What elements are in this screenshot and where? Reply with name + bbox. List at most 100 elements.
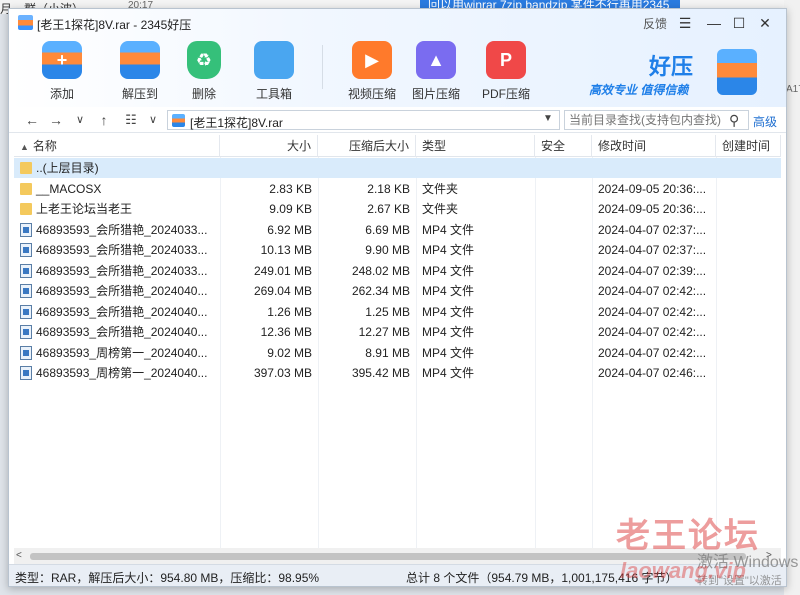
view-mode-icon[interactable]: ☷ (121, 110, 141, 130)
cell-size: 1.26 MB (267, 304, 312, 319)
column-size[interactable]: 大小 (220, 135, 318, 157)
extract-to-button[interactable]: 解压到 (108, 39, 172, 101)
cell-modified: 2024-04-07 02:42:... (598, 284, 707, 298)
address-dropdown-icon[interactable]: ▼ (543, 113, 553, 124)
cell-name: 上老王论坛当老王 (36, 202, 133, 216)
column-security[interactable]: 安全 (535, 135, 592, 157)
image-compress-button[interactable]: ▲ 图片压缩 (404, 39, 468, 101)
video-file-icon (20, 243, 32, 257)
haozip-window: [老王1探花]8V.rar - 2345好压 反馈 ☰ — ☐ ✕ + 添加 解… (8, 8, 787, 587)
archive-extract-icon (120, 41, 160, 79)
toolbox-icon (254, 41, 294, 79)
maximize-button[interactable]: ☐ (728, 13, 750, 33)
picture-icon: ▲ (427, 50, 445, 70)
file-row[interactable]: 46893593_周榜第一_2024040... 397.03 MB 395.42 … (14, 363, 781, 383)
cell-size: 6.92 MB (267, 222, 312, 237)
video-compress-label: 视频压缩 (347, 87, 396, 101)
cell-packed: 2.67 KB (367, 202, 410, 216)
file-row[interactable]: 46893593_会所猎艳_2024033... 10.13 MB 9.90 MB M… (14, 240, 781, 260)
minimize-button[interactable]: — (703, 13, 725, 33)
toolbar-divider (322, 45, 323, 89)
cell-modified: 2024-09-05 20:36:... (598, 181, 707, 196)
folder-row[interactable]: __MACOSX 2.83 KB 2.18 KB 文件夹 2024-09-05 20:3… (14, 179, 781, 199)
folder-icon (20, 162, 32, 174)
cell-modified (592, 158, 716, 178)
cell-modified: 2024-04-07 02:37:... (598, 243, 707, 257)
toolbox-button[interactable]: 工具箱 (242, 39, 306, 101)
video-compress-button[interactable]: ▶ 视频压缩 (340, 39, 404, 101)
toolbox-label: 工具箱 (255, 87, 292, 101)
archive-info: 类型：RAR，解压后大小：954.80 MB，压缩比：98.95% (15, 571, 320, 585)
column-name-label: 名称 (32, 139, 57, 153)
pdf-compress-label: PDF压缩 (481, 87, 530, 101)
view-dropdown-icon[interactable]: ∨ (143, 110, 163, 130)
column-header-row: ▲ 名称 大小 压缩后大小 类型 安全 修改时间 创建时间 (14, 135, 781, 157)
file-row[interactable]: 46893593_会所猎艳_2024040... 269.04 MB 262.34 … (14, 281, 781, 301)
cell-modified: 2024-04-07 02:39:... (598, 263, 707, 278)
column-type[interactable]: 类型 (416, 135, 535, 157)
folder-row[interactable]: 上老王论坛当老王 9.09 KB 2.67 KB 文件夹 2024-09-05 20:3… (14, 199, 781, 219)
forward-arrow-icon[interactable]: → (46, 110, 66, 130)
cell-modified: 2024-04-07 02:42:... (598, 325, 707, 339)
search-box[interactable]: ⚲ (564, 110, 749, 130)
column-name[interactable]: ▲ 名称 (14, 135, 220, 157)
navigation-bar: ← → ∨ ↑ ☷ ∨ [老王1探花]8V.rar ▼ ⚲ 高级 (9, 107, 786, 133)
file-row[interactable]: 46893593_会所猎艳_2024040... 1.26 MB 1.25 MB MP… (14, 302, 781, 322)
cell-type: 文件夹 (422, 181, 459, 196)
cell-name: 46893593_会所猎艳_2024040... (36, 304, 208, 319)
cell-name: 46893593_会所猎艳_2024033... (36, 222, 208, 237)
window-title: [老王1探花]8V.rar - 2345好压 (37, 18, 192, 32)
cell-type: MP4 文件 (422, 325, 475, 339)
cell-name: 46893593_会所猎艳_2024040... (36, 325, 208, 339)
cell-packed: 12.27 MB (358, 325, 410, 339)
video-file-icon (20, 263, 32, 278)
add-label: 添加 (49, 87, 74, 101)
delete-button[interactable]: ♻ 删除 (172, 39, 236, 101)
file-row[interactable]: 46893593_周榜第一_2024040... 9.02 MB 8.91 MB MP… (14, 343, 781, 363)
cell-modified: 2024-04-07 02:37:... (598, 222, 707, 237)
video-file-icon (20, 222, 32, 237)
up-folder-icon[interactable]: ↑ (94, 110, 114, 130)
advanced-search-link[interactable]: 高级 (753, 113, 777, 130)
pdf-compress-button[interactable]: P PDF压缩 (474, 39, 538, 101)
file-row[interactable]: 46893593_会所猎艳_2024033... 249.01 MB 248.02 … (14, 261, 781, 281)
cell-name: 46893593_会所猎艳_2024040... (36, 284, 208, 298)
scroll-left-icon[interactable]: < (16, 548, 22, 564)
cell-size: 9.09 KB (269, 202, 312, 216)
address-bar[interactable]: [老王1探花]8V.rar ▼ (167, 110, 560, 130)
search-input[interactable] (569, 113, 724, 127)
folder-icon (20, 182, 32, 195)
column-packed-size[interactable]: 压缩后大小 (318, 135, 416, 157)
cell-size: 9.02 MB (267, 345, 312, 360)
column-modified[interactable]: 修改时间 (592, 135, 716, 157)
folder-row[interactable]: ..(上层目录) (14, 158, 781, 178)
file-row[interactable]: 46893593_会所猎艳_2024040... 12.36 MB 12.27 MB… (14, 322, 781, 342)
search-icon[interactable]: ⚲ (729, 112, 739, 129)
cell-type: MP4 文件 (422, 284, 475, 298)
play-icon: ▶ (365, 50, 379, 70)
domain-watermark: laowang.vip (620, 558, 746, 583)
address-path: [老王1探花]8V.rar (190, 116, 283, 130)
video-file-icon (20, 304, 32, 319)
close-button[interactable]: ✕ (754, 13, 776, 33)
video-file-icon (20, 284, 32, 298)
app-logo-icon (18, 15, 33, 30)
history-dropdown-icon[interactable]: ∨ (70, 110, 90, 130)
extract-label: 解压到 (121, 87, 158, 101)
column-created[interactable]: 创建时间 (716, 135, 781, 157)
title-bar[interactable]: [老王1探花]8V.rar - 2345好压 反馈 ☰ — ☐ ✕ (9, 9, 786, 37)
file-row[interactable]: 46893593_会所猎艳_2024033... 6.92 MB 6.69 MB MP… (14, 220, 781, 240)
back-arrow-icon[interactable]: ← (22, 110, 42, 130)
cell-type: MP4 文件 (422, 304, 475, 319)
cell-name: __MACOSX (36, 181, 102, 196)
feedback-link[interactable]: 反馈 (643, 15, 667, 32)
recycle-symbol-icon: ♻ (195, 50, 213, 70)
add-button[interactable]: + 添加 (30, 39, 94, 101)
brand-banner: 好压 高效专业 值得信赖 (584, 43, 784, 103)
cell-size: 397.03 MB (253, 366, 312, 380)
brand-logo-icon (717, 49, 757, 95)
cell-modified: 2024-04-07 02:42:... (598, 304, 707, 319)
cell-size: 2.83 KB (269, 181, 312, 196)
main-menu-button[interactable]: ☰ (674, 13, 696, 33)
cell-modified: 2024-09-05 20:36:... (598, 202, 707, 216)
